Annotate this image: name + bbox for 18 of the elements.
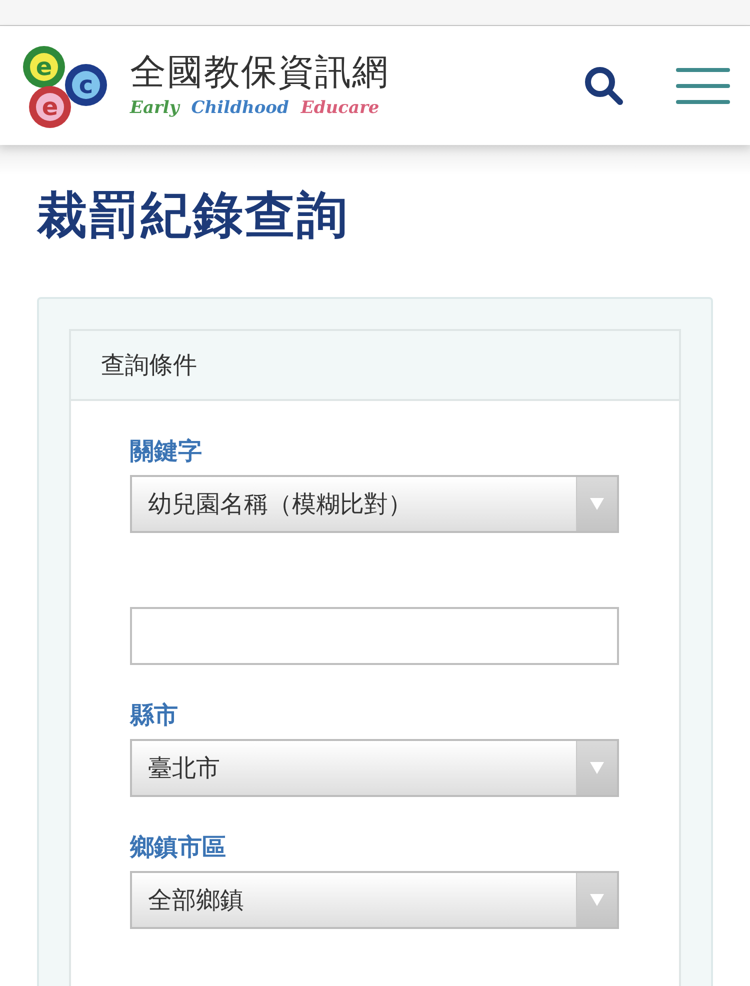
logo-drawing: e c e: [20, 42, 112, 128]
field-label: 縣市: [130, 700, 179, 731]
field-label: 鄉鎮市區: [130, 832, 227, 863]
input-field[interactable]: [130, 607, 619, 665]
card-title: 查詢條件: [101, 350, 197, 381]
menu-button[interactable]: [676, 66, 730, 106]
field-label: 關鍵字: [130, 436, 203, 467]
dropdown[interactable]: 臺北市: [130, 739, 619, 797]
caret-icon: [590, 762, 604, 774]
site-name: 全國教保資訊網: [130, 52, 389, 92]
caret-icon: [590, 894, 604, 906]
dropdown[interactable]: 全部鄉鎮: [130, 871, 619, 929]
tagline-word: Early: [130, 98, 180, 118]
tagline-word: Childhood: [191, 98, 289, 118]
tagline-word: Educare: [300, 98, 380, 118]
caret-icon: [590, 498, 604, 510]
page-title: 裁罰紀錄查詢: [37, 185, 350, 245]
dropdown[interactable]: 幼兒園名稱（模糊比對）: [130, 475, 619, 533]
